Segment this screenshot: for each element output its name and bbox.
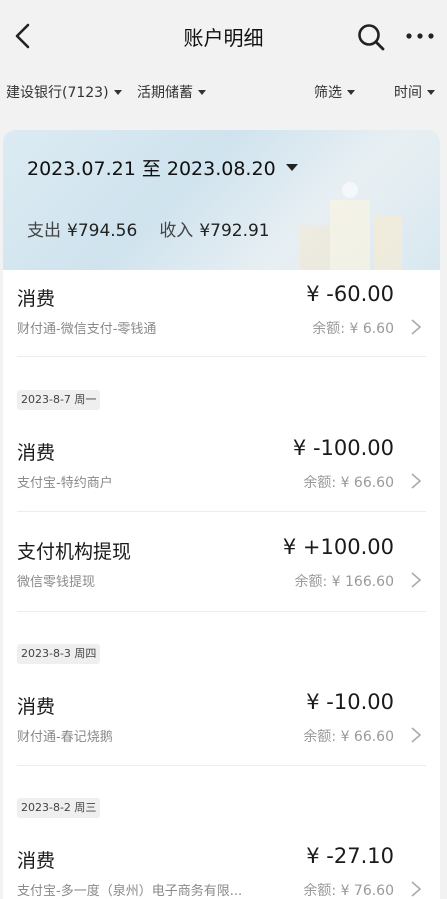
transaction-balance: 余额: ¥ 166.60 <box>294 571 394 591</box>
divider <box>17 356 426 357</box>
balance-value: ¥ 66.60 <box>340 475 394 491</box>
account-dropdown-label: 建设银行(7123) <box>6 85 109 101</box>
filter-dropdown[interactable]: 筛选 <box>314 82 355 102</box>
time-sort-label: 时间 <box>394 85 422 101</box>
chevron-right-icon <box>411 572 422 588</box>
transaction-row[interactable]: 消费 ¥ -10.00 财付通-春记烧鹅 余额: ¥ 66.60 <box>3 678 440 774</box>
transaction-balance: 余额: ¥ 66.60 <box>303 726 394 746</box>
caret-down-icon <box>347 89 355 95</box>
summary-banner: 2023.07.21 至 2023.08.20 支出 ¥794.56 收入 ¥792… <box>3 130 440 270</box>
transaction-amount: ¥ +100.00 <box>282 535 394 559</box>
divider <box>17 765 426 766</box>
time-sort-dropdown[interactable]: 时间 <box>394 82 435 102</box>
transaction-name: 消费 <box>17 288 56 310</box>
balance-value: ¥ 166.60 <box>331 574 394 590</box>
transaction-name: 消费 <box>17 850 56 872</box>
date-range-text: 2023.07.21 至 2023.08.20 <box>27 158 276 180</box>
date-tag: 2023-8-3 周四 <box>17 644 101 664</box>
caret-down-icon <box>427 89 435 95</box>
chevron-right-icon <box>411 727 422 743</box>
divider <box>17 611 426 612</box>
date-tag: 2023-8-7 周一 <box>17 390 101 410</box>
transaction-balance: 余额: ¥ 76.60 <box>303 880 394 899</box>
balance-value: ¥ 66.60 <box>340 729 394 745</box>
transactions-card: 2023.07.21 至 2023.08.20 支出 ¥794.56 收入 ¥792… <box>3 130 440 899</box>
filter-label: 筛选 <box>314 85 342 101</box>
balance-value: ¥ 6.60 <box>349 321 394 337</box>
transaction-row[interactable]: 支付机构提现 ¥ +100.00 微信零钱提现 余额: ¥ 166.60 <box>3 523 440 619</box>
transaction-desc: 财付通-春记烧鹅 <box>17 730 113 745</box>
filter-bar: 建设银行(7123) 活期储蓄 筛选 时间 <box>0 72 447 114</box>
transaction-amount: ¥ -10.00 <box>306 690 394 714</box>
transaction-amount: ¥ -60.00 <box>306 282 394 306</box>
transaction-row[interactable]: 消费 ¥ -60.00 财付通-微信支付-零钱通 余额: ¥ 6.60 <box>3 270 440 366</box>
transaction-balance: 余额: ¥ 6.60 <box>312 318 394 338</box>
transaction-row[interactable]: 消费 ¥ -27.10 支付宝-多一度（泉州）电子商务有限... 余额: ¥ 7… <box>3 832 440 899</box>
totals: 支出 ¥794.56 收入 ¥792.91 <box>27 216 270 241</box>
balance-value: ¥ 76.60 <box>340 883 394 899</box>
transaction-desc: 支付宝-多一度（泉州）电子商务有限... <box>17 884 243 899</box>
transaction-desc: 财付通-微信支付-零钱通 <box>17 322 157 337</box>
balance-label: 余额: <box>303 883 337 899</box>
transaction-name: 消费 <box>17 696 56 718</box>
search-icon[interactable] <box>356 22 386 52</box>
income-label: 收入 <box>159 221 194 241</box>
balance-label: 余额: <box>303 475 337 491</box>
transaction-name: 支付机构提现 <box>17 541 132 563</box>
income-value: ¥792.91 <box>199 221 270 241</box>
transaction-desc: 支付宝-特约商户 <box>17 476 113 491</box>
chevron-right-icon <box>411 881 422 897</box>
expense-value: ¥794.56 <box>67 221 138 241</box>
caret-down-icon <box>198 89 206 95</box>
account-dropdown[interactable]: 建设银行(7123) <box>6 82 122 102</box>
balance-label: 余额: <box>312 321 346 337</box>
chevron-right-icon <box>411 473 422 489</box>
date-range-selector[interactable]: 2023.07.21 至 2023.08.20 <box>27 154 298 181</box>
balance-label: 余额: <box>303 729 337 745</box>
transaction-amount: ¥ -27.10 <box>306 844 394 868</box>
transaction-balance: 余额: ¥ 66.60 <box>303 472 394 492</box>
caret-down-icon <box>113 89 122 95</box>
transaction-amount: ¥ -100.00 <box>292 436 394 460</box>
nav-bar: 账户明细 <box>0 0 447 72</box>
expense-label: 支出 <box>27 221 61 241</box>
chevron-right-icon <box>411 319 422 335</box>
more-menu-icon[interactable] <box>404 24 436 48</box>
date-tag: 2023-8-2 周三 <box>17 798 101 818</box>
divider <box>17 511 426 512</box>
transaction-name: 消费 <box>17 442 56 464</box>
account-type-label: 活期储蓄 <box>137 85 193 101</box>
winter-scene-decoration <box>300 182 402 270</box>
transaction-desc: 微信零钱提现 <box>17 575 96 590</box>
balance-label: 余额: <box>294 574 328 590</box>
caret-down-icon <box>285 164 298 171</box>
transaction-row[interactable]: 消费 ¥ -100.00 支付宝-特约商户 余额: ¥ 66.60 <box>3 424 440 520</box>
account-type-dropdown[interactable]: 活期储蓄 <box>137 82 206 102</box>
